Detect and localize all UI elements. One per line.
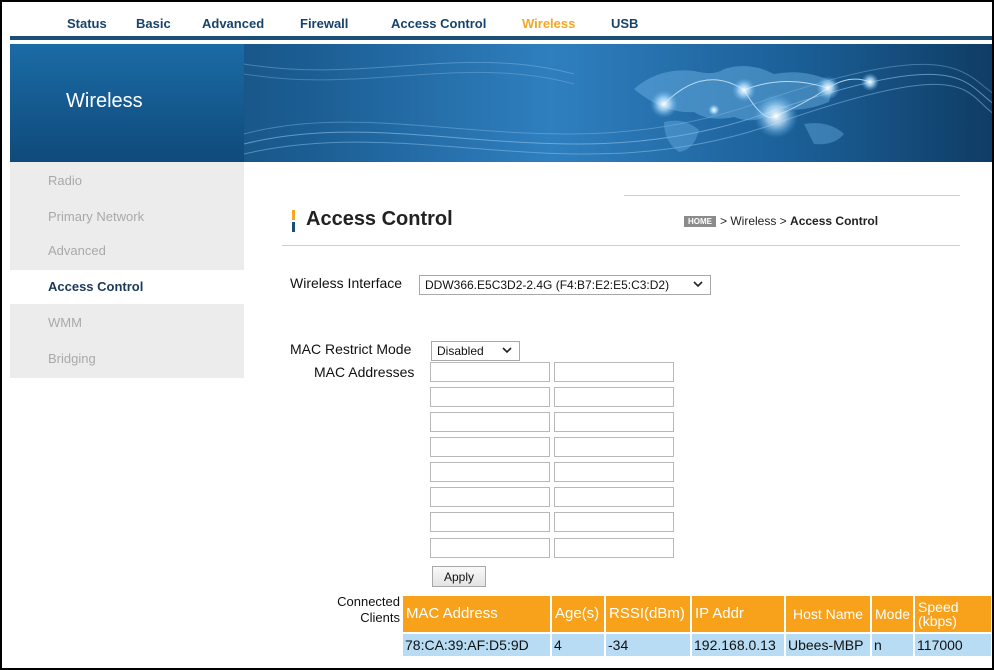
client-rssi: -34	[606, 634, 690, 656]
column-header-mac-address: MAC Address	[403, 596, 550, 632]
client-mac-address: 78:CA:39:AF:D5:9D	[403, 634, 550, 656]
title-accent-bar	[292, 210, 296, 232]
home-badge-icon[interactable]: HOME	[684, 216, 716, 227]
chevron-down-icon	[502, 347, 512, 354]
breadcrumb-current: Access Control	[790, 214, 879, 228]
page-title: Access Control	[306, 208, 453, 230]
client-mode: n	[872, 634, 914, 656]
header-divider-top	[624, 195, 960, 196]
mac-address-input[interactable]	[430, 387, 550, 407]
wireless-interface-value: DDW366.E5C3D2-2.4G (F4:B7:E2:E5:C3:D2)	[425, 278, 670, 292]
world-map-network-graphic	[244, 61, 992, 155]
sidebar-item-access-control[interactable]: Access Control	[10, 270, 244, 304]
client-host-name: Ubees-MBP	[786, 634, 870, 656]
connected-clients-label-line1: Connected	[337, 594, 400, 609]
connected-clients-table: MAC Address Age(s) RSSI(dBm) IP Addr Hos…	[401, 594, 992, 658]
column-header-age: Age(s)	[552, 596, 604, 632]
section-banner: Wireless	[10, 44, 992, 162]
mac-address-input[interactable]	[430, 487, 550, 507]
tab-advanced[interactable]: Advanced	[202, 16, 264, 31]
column-header-speed: Speed (kbps)	[915, 596, 992, 632]
sidebar-item-radio[interactable]: Radio	[10, 164, 244, 198]
wireless-interface-label: Wireless Interface	[290, 275, 403, 291]
client-speed: 117000	[915, 634, 992, 656]
wireless-interface-select[interactable]: DDW366.E5C3D2-2.4G (F4:B7:E2:E5:C3:D2)	[419, 275, 711, 295]
apply-button[interactable]: Apply	[432, 566, 486, 587]
sidebar-item-wmm[interactable]: WMM	[10, 306, 244, 340]
mac-address-input[interactable]	[554, 487, 674, 507]
mac-restrict-mode-label: MAC Restrict Mode	[290, 341, 412, 357]
mac-address-input[interactable]	[430, 512, 550, 532]
client-age: 4	[552, 634, 604, 656]
mac-address-input[interactable]	[430, 462, 550, 482]
tab-status[interactable]: Status	[67, 16, 107, 31]
mac-address-input[interactable]	[430, 362, 550, 382]
tab-access-control[interactable]: Access Control	[391, 16, 486, 31]
mac-restrict-mode-value: Disabled	[437, 344, 484, 358]
column-header-mode: Mode	[872, 596, 914, 632]
mac-address-input[interactable]	[554, 538, 674, 558]
tab-basic[interactable]: Basic	[136, 16, 171, 31]
tab-wireless[interactable]: Wireless	[522, 16, 575, 31]
main-content: Access Control HOME > Wireless > Access C…	[244, 162, 992, 668]
breadcrumb-path: > Wireless >	[720, 214, 791, 228]
mac-address-input[interactable]	[430, 437, 550, 457]
column-header-ip-addr: IP Addr	[692, 596, 784, 632]
connected-clients-label: Connected Clients	[318, 594, 400, 626]
router-admin-page: Status Basic Advanced Firewall Access Co…	[0, 0, 994, 670]
tab-firewall[interactable]: Firewall	[300, 16, 348, 31]
mac-addresses-label: MAC Addresses	[314, 364, 415, 380]
mac-address-input[interactable]	[430, 412, 550, 432]
sidebar-item-bridging[interactable]: Bridging	[10, 342, 244, 376]
mac-address-input[interactable]	[554, 362, 674, 382]
chevron-down-icon	[693, 281, 703, 288]
mac-address-input[interactable]	[554, 412, 674, 432]
mac-restrict-mode-select[interactable]: Disabled	[431, 341, 520, 361]
column-header-rssi: RSSI(dBm)	[606, 596, 690, 632]
banner-title: Wireless	[66, 90, 143, 112]
sidebar: Radio Primary Network Advanced Access Co…	[10, 162, 244, 378]
table-row: 78:CA:39:AF:D5:9D 4 -34 192.168.0.13 Ube…	[403, 634, 992, 656]
connected-clients-label-line2: Clients	[360, 610, 400, 625]
mac-address-input[interactable]	[554, 462, 674, 482]
sidebar-item-advanced[interactable]: Advanced	[10, 234, 244, 268]
header-divider-bottom	[282, 245, 960, 246]
client-ip-addr: 192.168.0.13	[692, 634, 784, 656]
sidebar-item-primary-network[interactable]: Primary Network	[10, 200, 244, 234]
mac-address-input[interactable]	[554, 512, 674, 532]
tab-usb[interactable]: USB	[611, 16, 638, 31]
mac-address-input[interactable]	[430, 538, 550, 558]
column-header-host-name: Host Name	[786, 596, 870, 632]
mac-address-input[interactable]	[554, 387, 674, 407]
breadcrumb: HOME > Wireless > Access Control	[684, 214, 878, 228]
mac-address-input[interactable]	[554, 437, 674, 457]
table-header-row: MAC Address Age(s) RSSI(dBm) IP Addr Hos…	[403, 596, 992, 632]
banner-title-panel: Wireless	[10, 44, 244, 162]
top-navigation: Status Basic Advanced Firewall Access Co…	[10, 10, 992, 40]
